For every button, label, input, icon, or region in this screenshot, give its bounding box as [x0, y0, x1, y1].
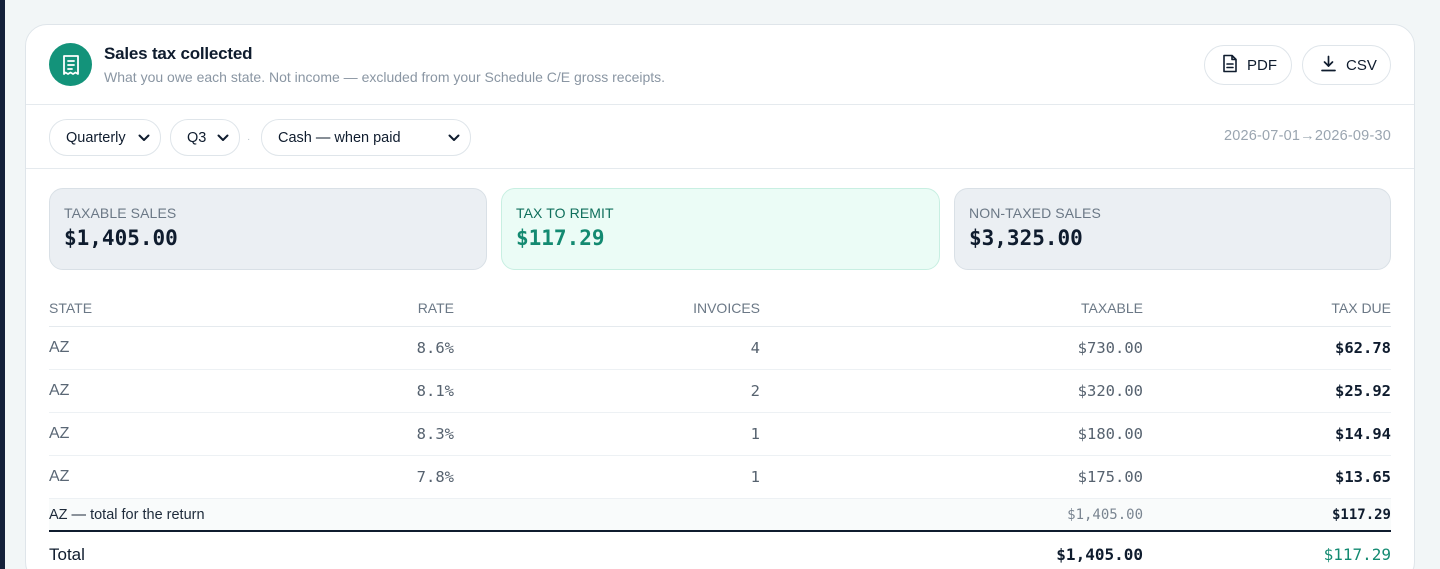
- column-header-rate: RATE: [417, 300, 454, 316]
- tax-to-remit-value: $117.29: [516, 226, 605, 250]
- table-row: AZ 7.8% 1 $175.00 $13.65: [49, 456, 1391, 499]
- cell-taxable: $730.00: [1077, 339, 1143, 357]
- cell-rate: 7.8%: [416, 468, 454, 486]
- filter-separator: ·: [247, 134, 251, 145]
- pdf-label: PDF: [1247, 56, 1277, 74]
- cell-invoices: 1: [750, 468, 760, 486]
- cell-rate: 8.6%: [416, 339, 454, 357]
- page-title: Sales tax collected: [104, 44, 253, 63]
- cell-taxable: $175.00: [1077, 468, 1143, 486]
- cell-invoices: 1: [750, 425, 760, 443]
- table-row: AZ 8.1% 2 $320.00 $25.92: [49, 370, 1391, 413]
- pdf-export-button[interactable]: PDF: [1204, 45, 1292, 85]
- non-taxed-sales-label: NON-TAXED SALES: [969, 205, 1101, 221]
- download-icon: [1320, 55, 1337, 76]
- chevron-down-icon: [217, 130, 229, 146]
- column-header-state: STATE: [49, 300, 93, 316]
- cell-invoices: 2: [750, 382, 760, 400]
- tax-to-remit-card: TAX TO REMIT $117.29: [501, 188, 940, 270]
- cell-state: AZ: [49, 339, 70, 356]
- non-taxed-sales-card: NON-TAXED SALES $3,325.00: [954, 188, 1391, 270]
- cell-tax-due: $14.94: [1335, 425, 1391, 443]
- sales-tax-table: STATE RATE INVOICES TAXABLE TAX DUE AZ 8…: [49, 289, 1391, 569]
- filter-bar: Quarterly Q3 · Cash — when paid 2026-07-…: [26, 105, 1414, 169]
- cell-tax-due: $13.65: [1335, 468, 1391, 486]
- column-header-tax-due: TAX DUE: [1331, 300, 1391, 316]
- cell-taxable: $320.00: [1077, 382, 1143, 400]
- cell-tax-due: $62.78: [1335, 339, 1391, 357]
- taxable-sales-value: $1,405.00: [64, 226, 178, 250]
- table-row: AZ 8.3% 1 $180.00 $14.94: [49, 413, 1391, 456]
- total-taxable: $1,405.00: [1056, 545, 1143, 564]
- quarter-value: Q3: [187, 129, 207, 146]
- total-label: Total: [49, 545, 85, 564]
- page-subtitle: What you owe each state. Not income — ex…: [104, 69, 666, 85]
- receipt-icon: [49, 43, 92, 86]
- state-subtotal-row: AZ — total for the return $1,405.00 $117…: [49, 499, 1391, 532]
- period-select[interactable]: Quarterly: [49, 119, 161, 156]
- cell-state: AZ: [49, 468, 70, 485]
- basis-value: Cash — when paid: [278, 129, 401, 146]
- tax-to-remit-label: TAX TO REMIT: [516, 205, 614, 221]
- table-header: STATE RATE INVOICES TAXABLE TAX DUE: [49, 289, 1391, 327]
- column-header-taxable: TAXABLE: [1081, 300, 1143, 316]
- non-taxed-sales-value: $3,325.00: [969, 226, 1083, 250]
- cell-state: AZ: [49, 425, 70, 442]
- column-header-invoices: INVOICES: [693, 300, 760, 316]
- subtotal-taxable: $1,405.00: [1067, 507, 1143, 523]
- period-value: Quarterly: [66, 129, 126, 146]
- left-rail: [0, 0, 5, 569]
- cell-taxable: $180.00: [1077, 425, 1143, 443]
- taxable-sales-label: TAXABLE SALES: [64, 205, 177, 221]
- subtotal-tax-due: $117.29: [1331, 507, 1391, 523]
- accounting-basis-select[interactable]: Cash — when paid: [261, 119, 471, 156]
- cell-rate: 8.3%: [416, 425, 454, 443]
- cell-invoices: 4: [750, 339, 760, 357]
- date-range: 2026-07-01→2026-09-30: [1223, 128, 1391, 144]
- cell-rate: 8.1%: [416, 382, 454, 400]
- total-row: Total $1,405.00 $117.29: [49, 532, 1391, 569]
- sales-tax-card: Sales tax collected What you owe each st…: [25, 24, 1415, 569]
- cell-tax-due: $25.92: [1335, 382, 1391, 400]
- csv-download-button[interactable]: CSV: [1302, 45, 1391, 85]
- chevron-down-icon: [448, 130, 460, 146]
- taxable-sales-card: TAXABLE SALES $1,405.00: [49, 188, 487, 270]
- card-header: Sales tax collected What you owe each st…: [26, 25, 1414, 105]
- chevron-down-icon: [138, 130, 150, 146]
- cell-state: AZ: [49, 382, 70, 399]
- subtotal-label: AZ — total for the return: [49, 507, 205, 523]
- table-row: AZ 8.6% 4 $730.00 $62.78: [49, 327, 1391, 370]
- quarter-select[interactable]: Q3: [170, 119, 240, 156]
- csv-label: CSV: [1346, 56, 1377, 74]
- document-icon: [1222, 54, 1238, 77]
- total-tax-due: $117.29: [1323, 545, 1391, 564]
